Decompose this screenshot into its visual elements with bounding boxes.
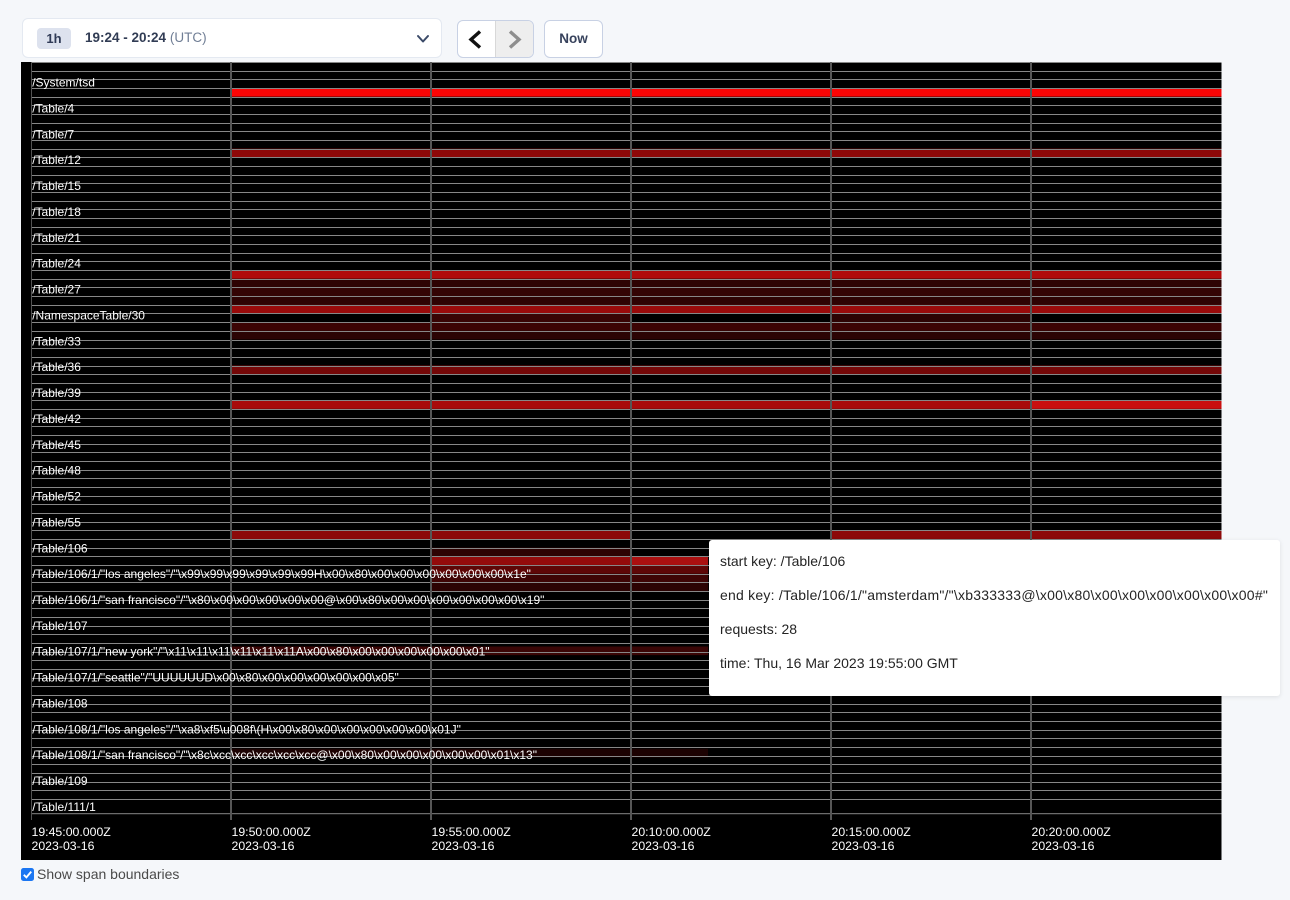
svg-text:/Table/39: /Table/39: [32, 386, 81, 400]
svg-text:/Table/21: /Table/21: [32, 231, 81, 245]
svg-text:2023-03-16: 2023-03-16: [32, 839, 95, 853]
svg-text:/Table/108/1/"san francisco"/": /Table/108/1/"san francisco"/"\x8c\xcc\x…: [32, 748, 537, 762]
svg-text:/Table/7: /Table/7: [32, 127, 74, 141]
svg-text:/Table/106/1/"los angeles"/"\x: /Table/106/1/"los angeles"/"\x99\x99\x99…: [32, 567, 531, 581]
svg-text:/Table/107: /Table/107: [32, 619, 88, 633]
svg-text:/Table/106/1/"san francisco"/": /Table/106/1/"san francisco"/"\x80\x00\x…: [32, 593, 544, 607]
svg-text:/Table/24: /Table/24: [32, 257, 81, 271]
svg-text:20:10:00.000Z: 20:10:00.000Z: [632, 825, 712, 839]
svg-text:19:50:00.000Z: 19:50:00.000Z: [232, 825, 312, 839]
svg-text:/Table/12: /Table/12: [32, 153, 81, 167]
svg-text:2023-03-16: 2023-03-16: [1032, 839, 1095, 853]
svg-text:2023-03-16: 2023-03-16: [632, 839, 695, 853]
svg-text:/Table/42: /Table/42: [32, 412, 81, 426]
svg-text:/Table/15: /Table/15: [32, 179, 81, 193]
svg-text:/NamespaceTable/30: /NamespaceTable/30: [32, 308, 145, 322]
svg-text:/Table/52: /Table/52: [32, 490, 81, 504]
svg-text:/System/tsd: /System/tsd: [32, 76, 95, 90]
svg-text:/Table/107/1/"seattle"/"UUUUUU: /Table/107/1/"seattle"/"UUUUUUD\x00\x80\…: [32, 671, 399, 685]
svg-text:2023-03-16: 2023-03-16: [832, 839, 895, 853]
svg-text:/Table/55: /Table/55: [32, 515, 81, 529]
svg-text:/Table/106: /Table/106: [32, 541, 88, 555]
svg-text:/Table/107/1/"new york"/"\x11\: /Table/107/1/"new york"/"\x11\x11\x11\x1…: [32, 645, 489, 659]
svg-text:/Table/36: /Table/36: [32, 360, 81, 374]
svg-text:19:55:00.000Z: 19:55:00.000Z: [432, 825, 512, 839]
svg-text:19:45:00.000Z: 19:45:00.000Z: [32, 825, 112, 839]
svg-text:/Table/33: /Table/33: [32, 334, 81, 348]
svg-text:/Table/108/1/"los angeles"/"\x: /Table/108/1/"los angeles"/"\xa8\xf5\u00…: [32, 722, 461, 736]
svg-text:20:20:00.000Z: 20:20:00.000Z: [1032, 825, 1112, 839]
svg-text:/Table/109: /Table/109: [32, 774, 88, 788]
svg-text:/Table/18: /Table/18: [32, 205, 81, 219]
svg-text:2023-03-16: 2023-03-16: [432, 839, 495, 853]
svg-text:/Table/45: /Table/45: [32, 438, 81, 452]
svg-text:/Table/4: /Table/4: [32, 102, 74, 116]
svg-text:2023-03-16: 2023-03-16: [232, 839, 295, 853]
svg-text:20:15:00.000Z: 20:15:00.000Z: [832, 825, 912, 839]
svg-text:/Table/108: /Table/108: [32, 697, 88, 711]
svg-text:/Table/27: /Table/27: [32, 283, 81, 297]
svg-text:/Table/48: /Table/48: [32, 464, 81, 478]
svg-text:/Table/111/1: /Table/111/1: [32, 800, 96, 814]
